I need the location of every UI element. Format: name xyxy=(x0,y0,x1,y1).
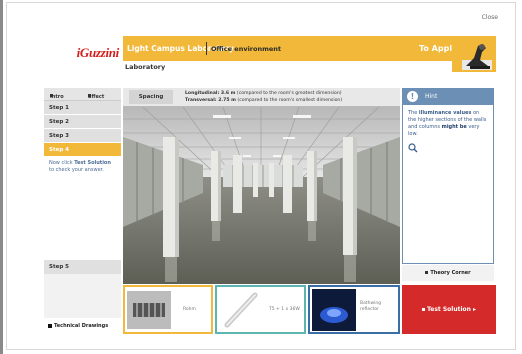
instruction-text-end: to check your answer. xyxy=(49,167,104,173)
theory-corner-link[interactable]: Theory Corner xyxy=(402,265,494,281)
longitudinal-note: (compared to the room's greatest dimensi… xyxy=(235,91,342,96)
sidebar-step-2[interactable]: Step 2 xyxy=(44,115,121,129)
spacing-label: Spacing xyxy=(129,90,173,104)
close-link[interactable]: Close xyxy=(482,14,498,21)
bullet-icon xyxy=(421,308,425,311)
hint-text: The illuminance values on the higher sec… xyxy=(403,105,493,143)
microscope-icon xyxy=(452,36,496,72)
arrow-icon: ▸ xyxy=(473,306,477,313)
technical-drawings-link[interactable]: Technical Drawings xyxy=(44,318,121,334)
longitudinal-spacing: Longitudinal: 3.6 m (compared to the roo… xyxy=(185,91,342,96)
tab-intro-label: Intro xyxy=(50,94,64,100)
exclamation-icon: ! xyxy=(407,91,418,102)
luminaire-option-3[interactable]: Bathwing reflector xyxy=(308,285,400,334)
title-separator xyxy=(206,42,207,55)
transversal-value: Transversal: 2.75 m xyxy=(185,98,236,103)
spacing-info-bar: Spacing Longitudinal: 3.6 m (compared to… xyxy=(123,88,400,107)
hint-text-start: The xyxy=(408,110,419,116)
sidebar-step-1[interactable]: Step 1 xyxy=(44,101,121,115)
test-solution-label: Test Solution xyxy=(426,306,471,313)
instruction-highlight: Test Solution xyxy=(74,160,111,166)
magnifier-icon[interactable] xyxy=(403,143,493,156)
sidebar: Intro Effect Step 1 Step 2 Step 3 Step 4… xyxy=(44,88,121,334)
hint-header: ! Hint xyxy=(403,89,493,105)
transversal-note: (compared to the room's smallest dimensi… xyxy=(235,98,343,103)
fluorescent-tube-icon xyxy=(221,291,261,329)
sidebar-tabs: Intro Effect xyxy=(44,88,121,101)
page-subtitle: Laboratory xyxy=(125,63,166,71)
logo-area: iGuzzini xyxy=(44,36,123,72)
luminaire-option-3-label: Bathwing reflector xyxy=(360,301,382,312)
hint-text-emphasis: might be xyxy=(441,124,467,130)
luminaire-option-1-label: Rohm xyxy=(183,307,196,312)
office-render xyxy=(123,107,400,284)
reflector-icon xyxy=(312,289,356,331)
recessed-luminaire-icon xyxy=(127,291,171,329)
sidebar-step-4[interactable]: Step 4 xyxy=(44,143,121,157)
transversal-spacing: Transversal: 2.75 m (compared to the roo… xyxy=(185,98,342,103)
square-bullet-icon xyxy=(48,323,52,328)
instruction-text: Now click xyxy=(49,160,75,166)
luminaire-option-2-label: T5 + 1 x 36W xyxy=(269,307,300,312)
header: iGuzzini Light Campus Laboratory Office … xyxy=(44,36,496,72)
hint-panel: ! Hint The illuminance values on the hig… xyxy=(402,88,494,264)
sidebar-step-3[interactable]: Step 3 xyxy=(44,129,121,143)
theory-corner-label: Theory Corner xyxy=(430,270,471,276)
bullet-icon xyxy=(425,271,429,274)
hint-title: Hint xyxy=(425,93,438,100)
subheader: Laboratory xyxy=(123,61,496,72)
header-bar: Light Campus Laboratory Office environme… xyxy=(123,36,496,61)
brand-logo: iGuzzini xyxy=(76,45,120,60)
tab-effect-label: Effect xyxy=(88,94,105,100)
window-edge xyxy=(0,0,3,354)
step-instruction: Now click Test Solution to check your an… xyxy=(44,157,121,263)
section-title: Office environment xyxy=(211,45,282,53)
luminaire-option-2[interactable]: T5 + 1 x 36W xyxy=(215,285,306,334)
luminaire-option-1[interactable]: Rohm xyxy=(123,285,213,334)
luminaire-options: Rohm T5 + 1 x 36W Bathwing reflector xyxy=(123,285,400,334)
room-viewer: Spacing Longitudinal: 3.6 m (compared to… xyxy=(123,88,400,284)
hint-text-bold: illuminance values xyxy=(418,110,472,116)
longitudinal-value: Longitudinal: 3.6 m xyxy=(185,91,236,96)
sidebar-step-5[interactable]: Step 5 xyxy=(44,260,121,274)
technical-drawings-label: Technical Drawings xyxy=(54,323,109,329)
app-container: iGuzzini Light Campus Laboratory Office … xyxy=(44,36,496,336)
test-solution-button[interactable]: Test Solution ▸ xyxy=(402,285,496,334)
